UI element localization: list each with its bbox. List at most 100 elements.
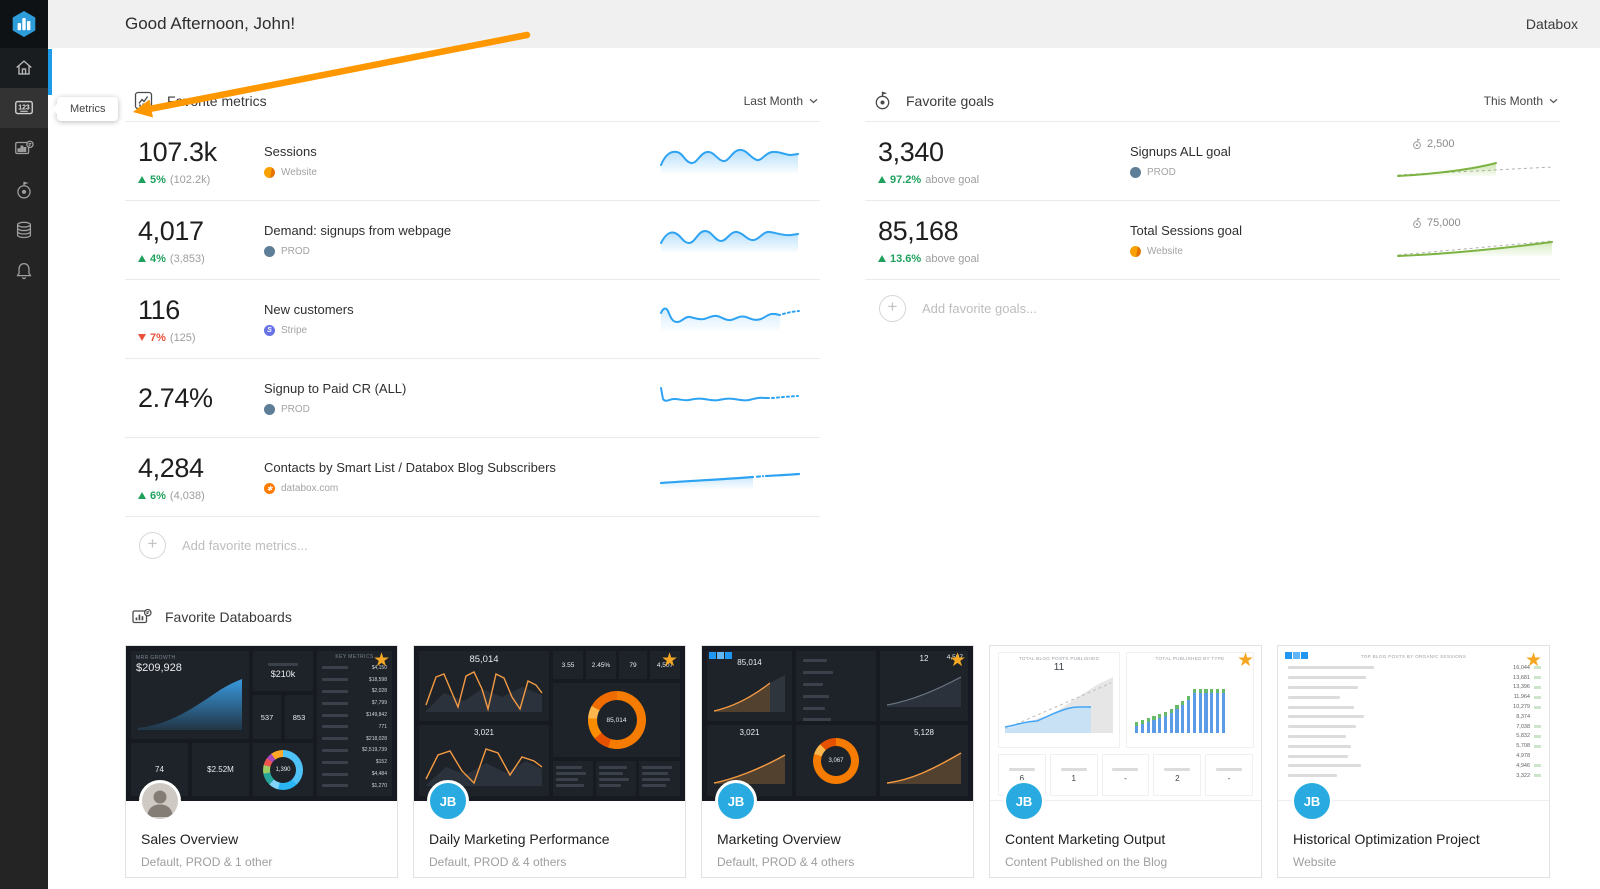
metric-sparkline [658,459,808,496]
databoard-cards: MRR GROWTH $209,928 $210k 537 853 [125,645,1550,878]
sidebar-item-goals[interactable] [0,170,48,210]
metric-row-contacts-smart-list[interactable]: 4,284 6% (4,038) Contacts by Smart List … [125,438,820,517]
metric-sparkline [658,301,808,338]
owner-avatar: JB [427,780,469,822]
thumb-kpi: $210k [270,669,296,679]
metric-name: New customers [264,302,354,317]
down-arrow-icon [138,334,146,341]
sidebar-item-home[interactable] [0,48,48,88]
favorite-goals-header: Favorite goals This Month [865,80,1560,121]
favorite-databoards-icon [131,606,152,627]
metric-value: 4,017 [138,215,204,246]
metric-previous: (4,038) [169,489,205,502]
sidebar-item-metrics[interactable]: 123 [0,88,48,128]
metric-name: Demand: signups from webpage [264,223,452,238]
metric-source: Website [281,167,317,178]
stripe-source-icon [264,325,275,336]
databoard-title: Daily Marketing Performance [429,831,610,847]
metric-rows: 107.3k 5% (102.2k) Sessions Website 4,01… [125,121,820,517]
databoard-card-daily-marketing-performance[interactable]: 85,014 3,021 3.55 2. [413,645,686,878]
favorite-metrics-panel: Favorite metrics Last Month 107.3k 5% (1… [125,80,820,573]
metric-delta: 4% [150,252,166,265]
favorite-databoards-header: Favorite Databoards [131,606,292,627]
metric-row-demand-signups[interactable]: 4,017 4% (3,853) Demand: signups from we… [125,201,820,280]
thumb-chart-value: 11 [1053,662,1065,673]
active-page-indicator [48,49,52,95]
goals-period-dropdown[interactable]: This Month [1484,94,1558,108]
metric-source: Stripe [281,325,308,336]
metrics-period-dropdown[interactable]: Last Month [744,94,818,108]
thumb-kpi: 2.45% [591,661,611,669]
metric-previous: (3,853) [169,252,205,265]
chevron-down-icon [1549,98,1558,103]
goal-status: above goal [925,252,980,265]
metric-value: 116 [138,294,180,325]
goal-source: Website [1147,246,1183,257]
prod-source-icon [264,404,275,415]
favorite-goals-panel: Favorite goals This Month 3,340 97.2% ab… [865,80,1560,336]
databoard-subtitle: Default, PROD & 4 others [717,855,855,869]
favorite-star-icon[interactable] [1237,649,1254,672]
metric-row-new-customers[interactable]: 116 7% (125) New customers Stripe [125,280,820,359]
top-header: Good Afternoon, John! Databox [48,0,1600,48]
thumb-donut-chart: 85,014 [587,691,646,749]
databoard-thumbnail: 85,014 3,021 3.55 2. [414,646,685,801]
up-arrow-icon [138,255,146,262]
databoards-icon [15,140,34,155]
favorite-goals-icon [873,90,893,111]
favorite-star-icon[interactable] [1525,649,1542,672]
data-sources-icon [16,221,32,239]
thumb-kpi: 853 [292,712,306,722]
plus-icon [879,294,906,322]
databoard-card-marketing-overview[interactable]: 85,014 12 4,507 [701,645,974,878]
add-favorite-metrics-button[interactable]: Add favorite metrics... [125,517,820,573]
thumb-chart-title: TOTAL BLOG POSTS PUBLISHED [1018,656,1100,661]
hubspot-source-icon [264,483,275,494]
databoard-card-sales-overview[interactable]: MRR GROWTH $209,928 $210k 537 853 [125,645,398,878]
thumb-chart-value: 85,014 [737,658,762,667]
favorite-star-icon[interactable] [373,649,390,672]
databoard-card-historical-optimization-project[interactable]: TOP BLOG POSTS BY ORGANIC SESSIONS 16,04… [1277,645,1550,878]
favorite-star-icon[interactable] [949,649,966,672]
databox-logo[interactable] [0,0,48,48]
sidebar-item-databoards[interactable] [0,128,48,168]
notifications-bell-icon [16,263,32,280]
prod-source-icon [264,246,275,257]
databoard-thumbnail: MRR GROWTH $209,928 $210k 537 853 [126,646,397,801]
metric-row-sessions[interactable]: 107.3k 5% (102.2k) Sessions Website [125,122,820,201]
metric-previous: (102.2k) [169,173,211,186]
metric-row-signup-to-paid[interactable]: 2.74% Signup to Paid CR (ALL) PROD [125,359,820,438]
favorite-star-icon[interactable] [661,649,678,672]
thumb-kpi: 3.55 [561,661,575,669]
home-icon [16,60,32,75]
metric-source: PROD [281,404,310,415]
up-arrow-icon [878,255,886,262]
goal-row-total-sessions[interactable]: 85,168 13.6% above goal Total Sessions g… [865,201,1560,280]
loading-indicator [1285,652,1308,659]
prod-source-icon [1130,167,1141,178]
databoard-subtitle: Default, PROD & 1 other [141,855,273,869]
databoard-card-content-marketing-output[interactable]: TOTAL BLOG POSTS PUBLISHED 11 TOTAL PUBL… [989,645,1262,878]
databoard-thumbnail: TOP BLOG POSTS BY ORGANIC SESSIONS 16,04… [1278,646,1549,801]
sidebar-item-data-sources[interactable] [0,210,48,250]
brand-name: Databox [1525,16,1578,32]
metric-value: 4,284 [138,452,204,483]
metric-name: Sessions [264,144,317,159]
databoard-title: Historical Optimization Project [1293,831,1480,847]
goal-delta: 13.6% [890,252,922,265]
thumb-donut-chart: 1,390 [263,749,303,790]
metrics-123-icon: 123 [15,100,33,115]
databoard-title: Marketing Overview [717,831,841,847]
metric-sparkline [658,143,808,180]
add-favorite-goals-button[interactable]: Add favorite goals... [865,280,1560,336]
goal-target-value: 2,500 [1427,138,1455,150]
goal-row-signups[interactable]: 3,340 97.2% above goal Signups ALL goal … [865,122,1560,201]
goal-source: PROD [1147,167,1176,178]
databoard-title: Sales Overview [141,831,239,847]
sidebar-item-notifications[interactable] [0,251,48,291]
goal-value: 85,168 [878,215,959,246]
databox-logo-icon [12,11,36,37]
metric-sparkline [658,380,808,417]
metric-name: Signup to Paid CR (ALL) [264,381,407,396]
favorite-metrics-header: Favorite metrics Last Month [125,80,820,121]
